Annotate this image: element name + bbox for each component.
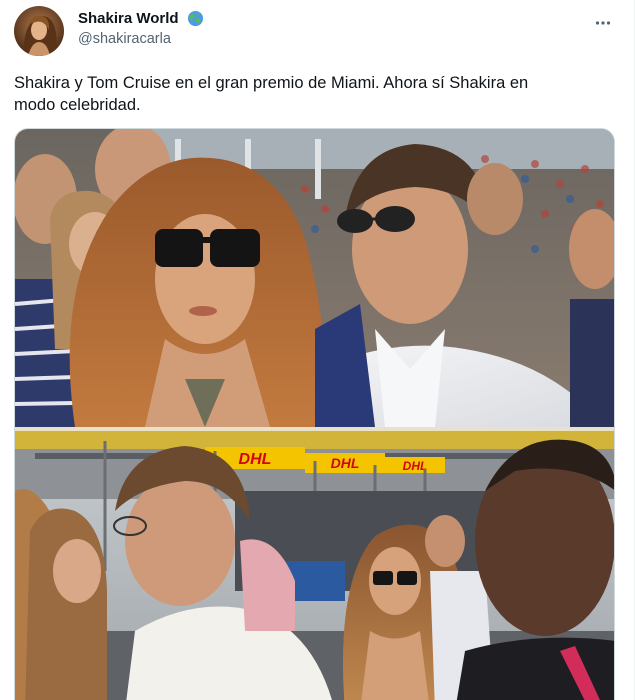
tweet-card[interactable]: Shakira World @shakiracarla Shakira y To… xyxy=(0,0,635,700)
media-photo-2[interactable]: DHL DHL DHL xyxy=(15,431,614,700)
author-display-name[interactable]: Shakira World xyxy=(78,9,179,28)
media-photo-1[interactable] xyxy=(15,129,614,427)
photo-2-image: DHL DHL DHL xyxy=(15,431,614,700)
dhl-banner-2-text: DHL xyxy=(331,455,360,471)
tweet-header: Shakira World @shakiracarla xyxy=(14,6,620,58)
dhl-banner-1-text: DHL xyxy=(239,451,272,468)
photo-1-image xyxy=(15,129,614,427)
avatar-image xyxy=(14,6,64,56)
globe-emoji-icon xyxy=(187,10,204,27)
more-options-icon xyxy=(595,21,611,25)
tweet-media[interactable]: DHL DHL DHL xyxy=(14,128,615,700)
author-handle[interactable]: @shakiracarla xyxy=(78,29,204,49)
author-avatar[interactable] xyxy=(14,6,64,56)
author-name-block: Shakira World @shakiracarla xyxy=(78,9,204,49)
tweet-text: Shakira y Tom Cruise en el gran premio d… xyxy=(14,74,529,114)
more-options-button[interactable] xyxy=(590,10,616,36)
